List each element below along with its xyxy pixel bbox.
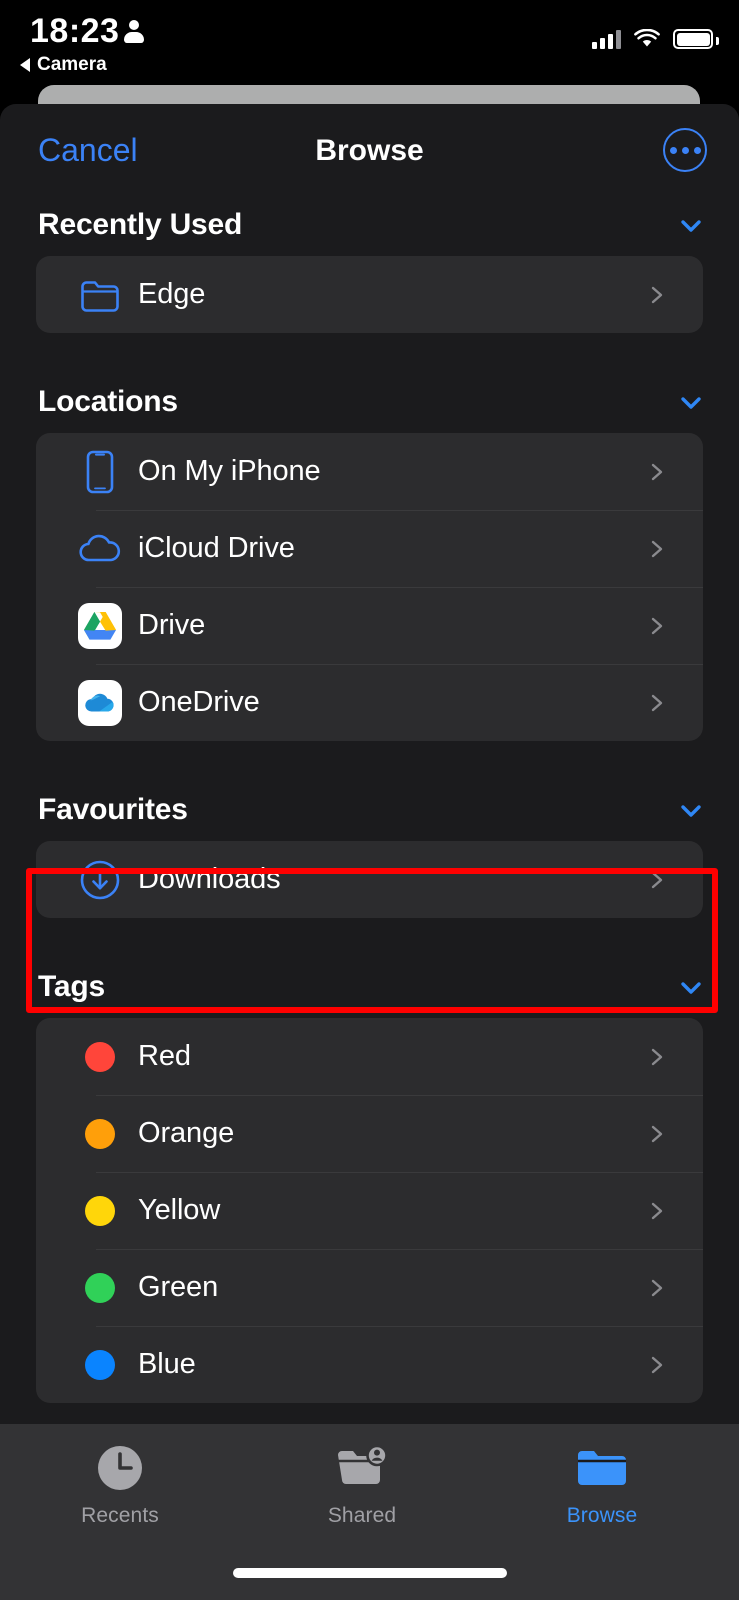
chevron-right-icon bbox=[651, 871, 663, 888]
battery-full-icon bbox=[673, 29, 719, 49]
chevron-right-icon bbox=[651, 1048, 663, 1065]
list-item-label: iCloud Drive bbox=[138, 532, 295, 564]
chevron-down-icon[interactable] bbox=[679, 391, 703, 415]
list-item-label: Downloads bbox=[138, 863, 281, 895]
folder-person-icon bbox=[333, 1442, 391, 1494]
chevron-right-icon bbox=[651, 1202, 663, 1219]
list-item-label: Yellow bbox=[138, 1194, 221, 1226]
list-item-label: Drive bbox=[138, 609, 206, 641]
list-item-tag-orange[interactable]: Orange bbox=[36, 1095, 703, 1172]
tag-color-swatch bbox=[85, 1349, 115, 1380]
list-item-drive[interactable]: Drive bbox=[36, 587, 703, 664]
chevron-right-icon bbox=[651, 1125, 663, 1142]
card-locations: On My iPhone iCloud Drive Drive OneDrive bbox=[36, 433, 703, 741]
tag-color-swatch bbox=[85, 1041, 115, 1072]
back-to-camera-button[interactable]: Camera bbox=[20, 54, 107, 76]
list-item-tag-red[interactable]: Red bbox=[36, 1018, 703, 1095]
section-header-recently-used: Recently Used bbox=[0, 194, 739, 256]
browse-sheet: Cancel Browse Recently Used Edge Locatio… bbox=[0, 104, 739, 1424]
chevron-down-icon[interactable] bbox=[679, 214, 703, 238]
tag-color-swatch bbox=[85, 1195, 115, 1226]
sheet-navigation-bar: Cancel Browse bbox=[0, 104, 739, 194]
section-header-locations: Locations bbox=[0, 371, 739, 433]
google-drive-icon bbox=[78, 602, 122, 649]
clock-icon bbox=[91, 1442, 149, 1494]
icloud-icon bbox=[78, 527, 122, 571]
tag-dot-icon bbox=[78, 1189, 122, 1233]
list-item-label: Red bbox=[138, 1040, 191, 1072]
status-bar-indicators bbox=[592, 22, 719, 56]
folder-filled-icon bbox=[573, 1442, 631, 1494]
section-header-tags: Tags bbox=[0, 956, 739, 1018]
download-circle-icon bbox=[78, 858, 122, 902]
status-bar: 18:23 Camera bbox=[0, 0, 739, 78]
home-indicator bbox=[232, 1568, 507, 1578]
tag-dot-icon bbox=[78, 1112, 122, 1156]
onedrive-icon bbox=[78, 679, 122, 726]
tag-dot-icon bbox=[78, 1343, 122, 1387]
section-title: Favourites bbox=[38, 793, 188, 826]
section-header-favourites: Favourites bbox=[0, 779, 739, 841]
list-item-edge[interactable]: Edge bbox=[36, 256, 703, 333]
list-item-tag-yellow[interactable]: Yellow bbox=[36, 1172, 703, 1249]
tab-browse[interactable]: Browse bbox=[502, 1442, 702, 1528]
list-item-label: OneDrive bbox=[138, 686, 260, 718]
back-app-label: Camera bbox=[37, 54, 107, 75]
tag-dot-icon bbox=[78, 1266, 122, 1310]
list-item-label: Green bbox=[138, 1271, 219, 1303]
tab-label: Recents bbox=[81, 1504, 159, 1527]
list-item-tag-green[interactable]: Green bbox=[36, 1249, 703, 1326]
chevron-right-icon bbox=[651, 463, 663, 480]
ellipsis-circle-icon[interactable] bbox=[663, 128, 707, 172]
cellular-signal-icon bbox=[592, 29, 621, 49]
tab-shared[interactable]: Shared bbox=[262, 1442, 462, 1528]
list-item-tag-blue[interactable]: Blue bbox=[36, 1326, 703, 1403]
list-item-label: Orange bbox=[138, 1117, 235, 1149]
chevron-right-icon bbox=[651, 1279, 663, 1296]
chevron-right-icon bbox=[651, 1356, 663, 1373]
tab-label: Browse bbox=[566, 1504, 638, 1527]
card-recently-used: Edge bbox=[36, 256, 703, 333]
tag-dot-icon bbox=[78, 1035, 122, 1079]
list-item-on-my-iphone[interactable]: On My iPhone bbox=[36, 433, 703, 510]
chevron-right-icon bbox=[651, 694, 663, 711]
list-item-label: Blue bbox=[138, 1348, 196, 1380]
tag-color-swatch bbox=[85, 1118, 115, 1149]
tag-color-swatch bbox=[85, 1272, 115, 1303]
list-item-downloads[interactable]: Downloads bbox=[36, 841, 703, 918]
list-item-icloud-drive[interactable]: iCloud Drive bbox=[36, 510, 703, 587]
tab-recents[interactable]: Recents bbox=[20, 1442, 220, 1528]
folder-outline-icon bbox=[78, 273, 122, 317]
list-item-onedrive[interactable]: OneDrive bbox=[36, 664, 703, 741]
chevron-right-icon bbox=[651, 286, 663, 303]
chevron-down-icon[interactable] bbox=[679, 976, 703, 1000]
card-tags: Red Orange Yellow Green Blue bbox=[36, 1018, 703, 1403]
tab-label: Shared bbox=[327, 1504, 397, 1527]
list-item-label: On My iPhone bbox=[138, 455, 321, 487]
wifi-icon bbox=[634, 29, 660, 47]
page-title: Browse bbox=[315, 134, 424, 167]
section-title: Tags bbox=[38, 970, 105, 1003]
section-title: Locations bbox=[38, 385, 178, 418]
card-favourites: Downloads bbox=[36, 841, 703, 918]
chevron-down-icon[interactable] bbox=[679, 799, 703, 823]
chevron-right-icon bbox=[651, 617, 663, 634]
section-title: Recently Used bbox=[38, 208, 243, 241]
chevron-right-icon bbox=[651, 540, 663, 557]
list-item-label: Edge bbox=[138, 278, 206, 310]
tab-bar: Recents Shared Browse bbox=[0, 1424, 739, 1600]
back-triangle-icon bbox=[20, 58, 30, 72]
person-icon bbox=[124, 20, 144, 44]
iphone-icon bbox=[78, 450, 122, 494]
status-bar-time: 18:23 bbox=[30, 12, 120, 50]
